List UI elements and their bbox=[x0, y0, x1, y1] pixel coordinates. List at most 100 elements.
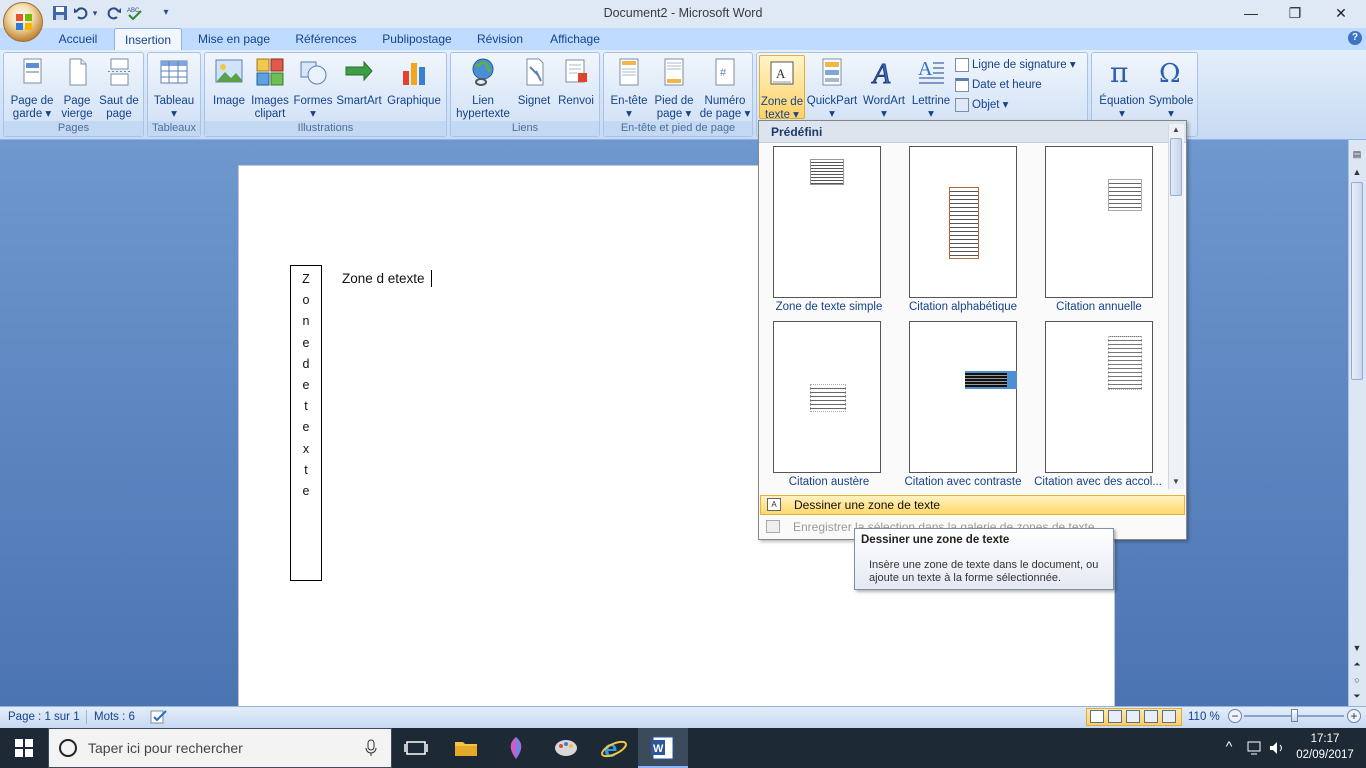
gallery-item-citation-alphabetique[interactable] bbox=[909, 146, 1017, 298]
scroll-down-icon[interactable]: ▼ bbox=[1349, 640, 1365, 656]
task-view-icon[interactable] bbox=[402, 734, 430, 762]
next-page-icon[interactable]: ⏷ bbox=[1349, 688, 1365, 704]
en-tete-button[interactable]: En-tête ▾ bbox=[606, 57, 652, 121]
proofing-icon[interactable] bbox=[150, 709, 168, 725]
tab-revision[interactable]: Révision bbox=[468, 28, 532, 50]
zoom-out-button[interactable]: − bbox=[1228, 709, 1242, 723]
thumb-preview bbox=[810, 384, 846, 412]
gallery-item-citation-avec-des-accolades[interactable] bbox=[1045, 321, 1153, 473]
text-char: x bbox=[302, 441, 310, 456]
date-heure-button[interactable]: Date et heure bbox=[955, 75, 1085, 95]
header-icon bbox=[619, 58, 639, 86]
taskbar-clock[interactable]: 17:17 02/09/2017 bbox=[1290, 731, 1360, 763]
images-clipart-button[interactable]: Images clipart bbox=[249, 57, 291, 121]
smartart-icon bbox=[345, 60, 373, 82]
draft-view-icon[interactable] bbox=[1162, 710, 1176, 723]
renvoi-button[interactable]: Renvoi bbox=[555, 57, 597, 108]
page-count[interactable]: Page : 1 sur 1 bbox=[8, 711, 80, 723]
gallery-scroll-thumb[interactable] bbox=[1170, 138, 1182, 196]
paint-3d-icon[interactable] bbox=[502, 734, 530, 762]
tab-affichage[interactable]: Affichage bbox=[540, 28, 610, 50]
gallery-item-citation-annuelle[interactable] bbox=[1045, 146, 1153, 298]
saut-de-page-button[interactable]: Saut de page bbox=[96, 57, 142, 121]
numero-de-page-button[interactable]: # Numéro de page ▾ bbox=[698, 57, 752, 121]
spelling-check-icon[interactable]: ABC bbox=[126, 5, 144, 21]
text-char: o bbox=[302, 293, 310, 308]
restore-button[interactable]: ❐ bbox=[1272, 0, 1318, 28]
gallery-item-citation-avec-contraste[interactable] bbox=[909, 321, 1017, 473]
gallery-item-citation-austere[interactable] bbox=[773, 321, 881, 473]
symbole-button[interactable]: Ω Symbole ▾ bbox=[1146, 57, 1196, 121]
quickpart-button[interactable]: QuickPart ▾ bbox=[805, 57, 859, 121]
tab-mise-en-page[interactable]: Mise en page bbox=[190, 28, 278, 50]
document-body-text[interactable]: Zone d etexte bbox=[342, 271, 425, 286]
previous-page-icon[interactable]: ⏶ bbox=[1349, 656, 1365, 672]
close-button[interactable]: ✕ bbox=[1318, 0, 1364, 28]
help-icon[interactable]: ? bbox=[1348, 31, 1362, 45]
gallery-item-zone-de-texte-simple[interactable] bbox=[773, 146, 881, 298]
formes-button[interactable]: Formes ▾ bbox=[291, 57, 335, 121]
full-screen-reading-view-icon[interactable] bbox=[1108, 710, 1122, 723]
pied-de-page-button[interactable]: Pied de page ▾ bbox=[650, 57, 698, 121]
btn-label: Signet bbox=[517, 95, 551, 107]
objet-button[interactable]: Objet ▾ bbox=[955, 95, 1085, 115]
lettrine-button[interactable]: A Lettrine ▾ bbox=[909, 57, 953, 121]
text-char: t bbox=[304, 462, 308, 477]
undo-icon[interactable] bbox=[73, 5, 89, 21]
btn-label: ▾ bbox=[310, 108, 316, 120]
web-layout-view-icon[interactable] bbox=[1126, 710, 1140, 723]
scroll-thumb[interactable] bbox=[1351, 182, 1363, 380]
save-icon[interactable] bbox=[52, 5, 68, 21]
undo-dropdown-icon[interactable]: ▾ bbox=[91, 5, 99, 21]
word-count[interactable]: Mots : 6 bbox=[94, 711, 135, 723]
customize-quick-access-icon[interactable]: ▾ bbox=[158, 5, 174, 21]
zoom-in-button[interactable]: + bbox=[1347, 709, 1361, 723]
tab-publipostage[interactable]: Publipostage bbox=[374, 28, 460, 50]
tray-expand-icon[interactable]: ^ bbox=[1222, 738, 1236, 758]
file-explorer-icon[interactable] bbox=[452, 734, 480, 762]
word-taskbar-button[interactable]: W bbox=[638, 728, 688, 768]
gallery-scroll-down-icon[interactable]: ▼ bbox=[1170, 477, 1182, 489]
outline-view-icon[interactable] bbox=[1144, 710, 1158, 723]
svg-text:A: A bbox=[776, 66, 786, 81]
volume-icon[interactable] bbox=[1268, 740, 1286, 756]
tab-accueil[interactable]: Accueil bbox=[48, 28, 108, 50]
btn-label: Page de bbox=[10, 95, 54, 107]
page-vierge-button[interactable]: Page vierge bbox=[56, 57, 98, 121]
minimize-button[interactable]: — bbox=[1228, 0, 1274, 28]
draw-text-box-menu-item[interactable]: A Dessiner une zone de texte bbox=[760, 495, 1185, 515]
ligne-signature-button[interactable]: Ligne de signature ▾ bbox=[955, 55, 1085, 75]
windows-start-icon[interactable] bbox=[14, 738, 34, 758]
smartart-button[interactable]: SmartArt bbox=[333, 57, 385, 108]
lien-hypertexte-button[interactable]: Lien hypertexte bbox=[453, 57, 513, 121]
signet-button[interactable]: Signet bbox=[513, 57, 555, 108]
network-icon[interactable] bbox=[1246, 740, 1264, 756]
tooltip-body: Insère une zone de texte dans le documen… bbox=[869, 559, 1099, 584]
zone-de-texte-button[interactable]: A Zone de texte ▾ bbox=[759, 55, 805, 121]
wordart-button[interactable]: A WordArt ▾ bbox=[859, 57, 909, 121]
omega-symbol-icon: Ω bbox=[1159, 59, 1181, 89]
internet-explorer-icon[interactable]: e bbox=[600, 734, 628, 763]
group-tableaux: Tableau ▾ Tableaux bbox=[147, 52, 201, 137]
scroll-up-icon[interactable]: ▲ bbox=[1349, 164, 1365, 180]
microphone-icon[interactable] bbox=[364, 738, 378, 758]
tab-references[interactable]: Références bbox=[286, 28, 366, 50]
btn-label: garde ▾ bbox=[12, 108, 52, 120]
paint-app-icon[interactable] bbox=[552, 734, 580, 762]
vertical-text-box[interactable]: Z o n e d e t e x t e bbox=[290, 265, 322, 581]
equation-button[interactable]: π Équation ▾ bbox=[1094, 56, 1150, 121]
image-button[interactable]: Image bbox=[209, 57, 249, 108]
redo-icon[interactable] bbox=[106, 5, 122, 21]
zoom-slider-thumb[interactable] bbox=[1291, 709, 1298, 722]
print-layout-view-icon[interactable] bbox=[1090, 710, 1104, 723]
gallery-scroll-up-icon[interactable]: ▲ bbox=[1170, 125, 1182, 137]
office-button[interactable] bbox=[3, 2, 43, 42]
browse-object-icon[interactable]: ○ bbox=[1349, 672, 1365, 688]
zoom-level[interactable]: 110 % bbox=[1188, 711, 1220, 723]
ruler-toggle-icon[interactable]: ▤ bbox=[1349, 146, 1365, 162]
gallery-caption: Citation avec contraste bbox=[904, 476, 1022, 488]
page-de-garde-button[interactable]: Page de garde ▾ bbox=[6, 57, 58, 121]
graphique-button[interactable]: Graphique bbox=[385, 57, 443, 108]
tableau-button[interactable]: Tableau ▾ bbox=[150, 57, 198, 121]
tab-insertion[interactable]: Insertion bbox=[114, 28, 182, 50]
